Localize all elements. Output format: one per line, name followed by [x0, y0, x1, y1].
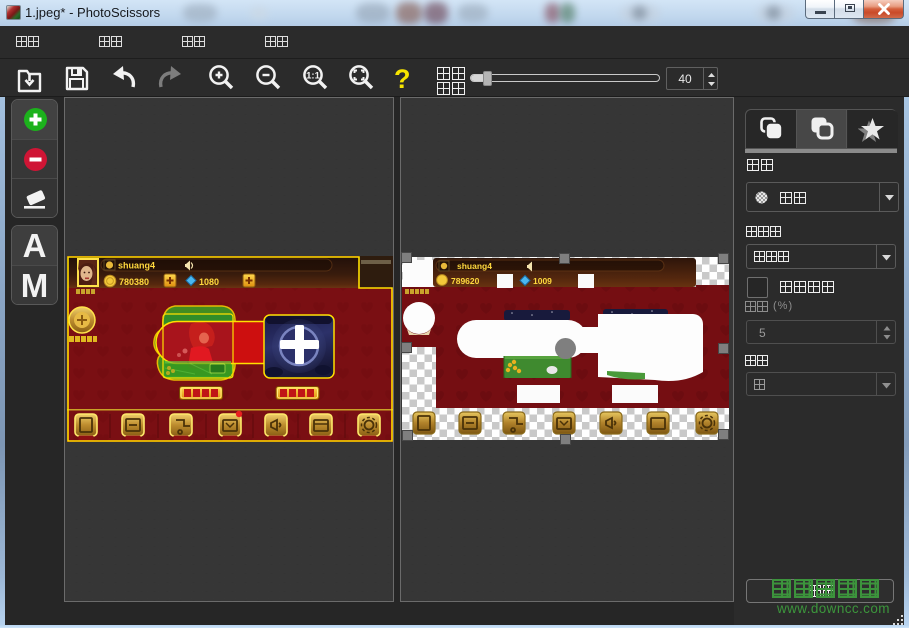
svg-text:shuang4: shuang4 [457, 261, 492, 271]
svg-text:1009: 1009 [533, 276, 552, 286]
svg-text:789620: 789620 [451, 276, 480, 286]
svg-text:1:1: 1:1 [306, 71, 320, 82]
svg-text:780380: 780380 [119, 277, 149, 287]
svg-text:shuang4: shuang4 [118, 261, 155, 271]
svg-text:1080: 1080 [199, 277, 219, 287]
